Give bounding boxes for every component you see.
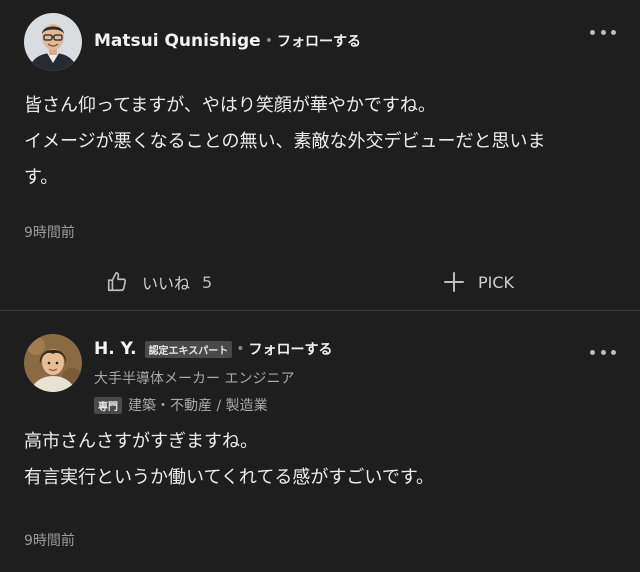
like-button[interactable]: いいね 5 bbox=[106, 270, 212, 294]
comment-body: 皆さん仰ってますが、やはり笑顔が華やかですね。 イメージが悪くなることの無い、素… bbox=[24, 88, 624, 196]
like-label: いいね bbox=[142, 274, 191, 293]
follow-button[interactable]: フォローする bbox=[249, 339, 333, 359]
avatar[interactable] bbox=[24, 334, 82, 392]
author-affiliation: 大手半導体メーカー エンジニア bbox=[94, 371, 295, 387]
comment-card: Matsui Qunishige • フォローする 皆さん仰ってますが、やはり笑… bbox=[0, 0, 640, 311]
like-count: 5 bbox=[202, 272, 213, 292]
more-icon[interactable] bbox=[590, 342, 616, 362]
comment-card: H. Y. 認定エキスパート • フォローする 大手半導体メーカー エンジニア … bbox=[0, 311, 640, 572]
timestamp: 9時間前 bbox=[24, 225, 75, 241]
author-name[interactable]: H. Y. bbox=[94, 339, 137, 359]
comment-line: イメージが悪くなることの無い、素敵な外交デビューだと思いま bbox=[24, 131, 546, 152]
pick-button[interactable]: PICK bbox=[444, 270, 514, 294]
comment-line: す。 bbox=[24, 167, 59, 188]
timestamp: 9時間前 bbox=[24, 533, 75, 549]
separator-dot: • bbox=[264, 33, 273, 49]
specialty-badge: 専門 bbox=[94, 396, 122, 414]
specialty-text: 建築・不動産 / 製造業 bbox=[128, 398, 268, 414]
comment-line: 高市さんさすがすぎますね。 bbox=[24, 431, 258, 452]
avatar[interactable] bbox=[24, 13, 82, 71]
plus-icon bbox=[444, 272, 464, 292]
comment-header: Matsui Qunishige • フォローする bbox=[94, 29, 361, 53]
specialty-row: 専門 建築・不動産 / 製造業 bbox=[94, 395, 268, 415]
expert-badge: 認定エキスパート bbox=[144, 340, 233, 358]
more-icon[interactable] bbox=[590, 22, 616, 42]
comment-header: H. Y. 認定エキスパート • フォローする bbox=[94, 337, 333, 361]
author-name[interactable]: Matsui Qunishige bbox=[94, 31, 261, 51]
comment-line: 有言実行というか働いてくれてる感がすごいです。 bbox=[24, 467, 435, 488]
follow-button[interactable]: フォローする bbox=[277, 31, 361, 51]
comment-body: 高市さんさすがすぎますね。 有言実行というか働いてくれてる感がすごいです。 bbox=[24, 424, 624, 496]
thumbs-up-icon bbox=[106, 271, 128, 293]
comment-line: 皆さん仰ってますが、やはり笑顔が華やかですね。 bbox=[24, 95, 436, 116]
pick-label: PICK bbox=[478, 272, 515, 292]
separator-dot: • bbox=[236, 341, 245, 357]
